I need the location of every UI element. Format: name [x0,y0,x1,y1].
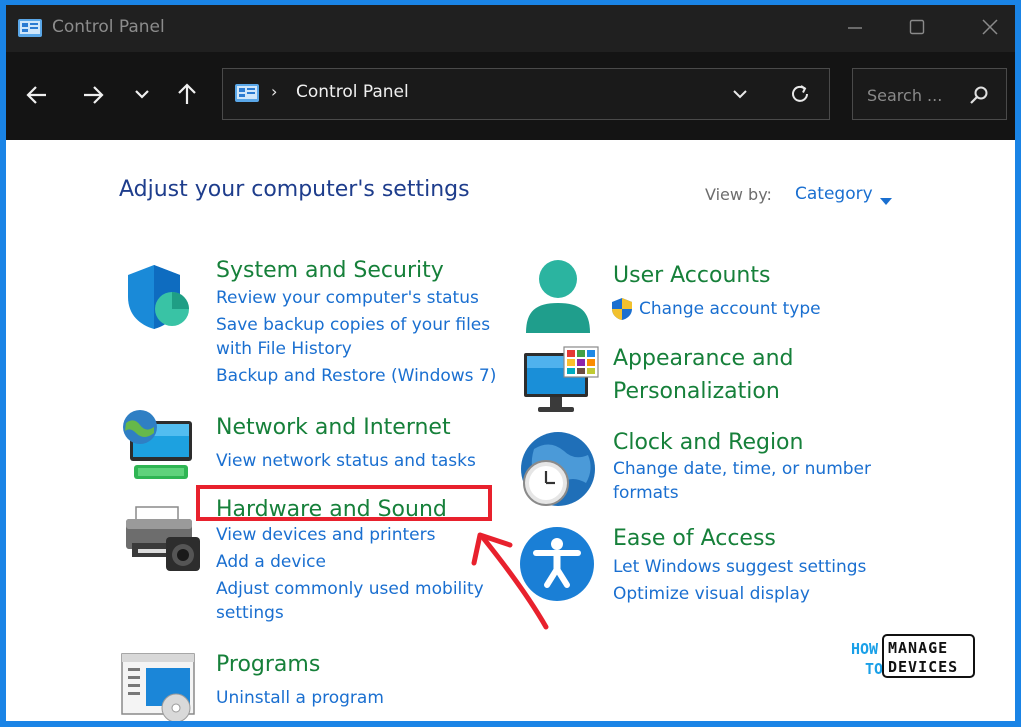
window-title: Control Panel [52,17,165,37]
how-to-manage-devices-logo: HOW TO MANAGE DEVICES [851,634,975,678]
user-icon [522,257,594,341]
link-change-date-time-number[interactable]: Change date, time, or number [613,457,871,481]
monitor-icon [520,345,602,421]
link-optimize-visual-display[interactable]: Optimize visual display [613,582,810,606]
page-title: Adjust your computer's settings [119,177,470,202]
clock-globe-icon [516,429,598,515]
up-button[interactable] [170,78,204,112]
close-button[interactable] [975,15,1005,41]
view-by-label: View by: [705,185,772,204]
search-icon[interactable] [969,85,989,109]
title-bar: Control Panel [6,5,1015,52]
control-panel-icon [18,19,42,43]
link-review-computer-status[interactable]: Review your computer's status [216,286,479,310]
refresh-button[interactable] [789,83,811,109]
chevron-down-icon [733,90,747,99]
link-adjust-mobility-settings-line2[interactable]: settings [216,601,284,625]
category-programs[interactable]: Programs [216,648,320,681]
logo-devices: DEVICES [888,658,958,676]
shield-icon [124,263,190,335]
up-arrow-icon [178,83,196,104]
annotation-arrow-icon [471,532,549,630]
search-box[interactable] [852,68,1007,120]
search-input[interactable] [865,83,969,107]
back-button[interactable] [20,78,54,112]
minimize-icon [848,27,862,29]
link-view-network-status[interactable]: View network status and tasks [216,449,476,473]
breadcrumb-separator: › [271,82,278,101]
forward-arrow-icon [84,86,104,104]
category-appearance-and-personalization[interactable]: Appearance and [613,342,793,375]
maximize-icon [909,19,925,35]
refresh-icon [792,85,808,102]
link-change-account-type[interactable]: Change account type [639,297,821,321]
back-arrow-icon [26,86,46,104]
link-save-backup-copies-line2[interactable]: with File History [216,337,352,361]
category-network-and-internet[interactable]: Network and Internet [216,411,451,444]
recent-locations-button[interactable] [125,78,159,112]
address-dropdown-button[interactable] [731,85,749,107]
link-adjust-mobility-settings[interactable]: Adjust commonly used mobility [216,577,484,601]
network-icon [120,407,198,489]
category-system-and-security[interactable]: System and Security [216,254,444,287]
category-user-accounts[interactable]: User Accounts [613,259,770,292]
uac-shield-icon [610,297,634,325]
minimize-button[interactable] [840,15,870,41]
link-view-devices-and-printers[interactable]: View devices and printers [216,523,435,547]
close-icon [982,19,998,35]
control-panel-icon [235,84,259,108]
logo-to: TO [865,660,883,678]
link-change-date-time-number-line2[interactable]: formats [613,481,679,505]
category-clock-and-region[interactable]: Clock and Region [613,426,803,459]
logo-how: HOW [851,640,879,658]
printer-icon [122,505,202,579]
link-backup-and-restore[interactable]: Backup and Restore (Windows 7) [216,364,496,388]
caret-down-icon[interactable] [879,191,893,210]
link-uninstall-a-program[interactable]: Uninstall a program [216,686,384,710]
link-add-a-device[interactable]: Add a device [216,550,326,574]
highlight-box [196,485,492,521]
logo-manage: MANAGE [888,639,948,657]
control-panel-window: Control Panel › Control Panel Search ...… [6,5,1015,721]
maximize-button[interactable] [902,15,932,41]
link-let-windows-suggest-settings[interactable]: Let Windows suggest settings [613,555,866,579]
link-save-backup-copies[interactable]: Save backup copies of your files [216,313,490,337]
category-ease-of-access[interactable]: Ease of Access [613,522,776,555]
address-bar[interactable]: › Control Panel [222,68,830,120]
category-appearance-and-personalization-line2[interactable]: Personalization [613,375,780,408]
programs-icon [120,650,200,721]
recent-dropdown-icon [135,90,149,99]
breadcrumb-control-panel[interactable]: Control Panel [296,82,409,102]
navigation-bar: › Control Panel [6,52,1015,140]
view-by-dropdown[interactable]: Category [795,184,873,204]
forward-button[interactable] [76,78,110,112]
